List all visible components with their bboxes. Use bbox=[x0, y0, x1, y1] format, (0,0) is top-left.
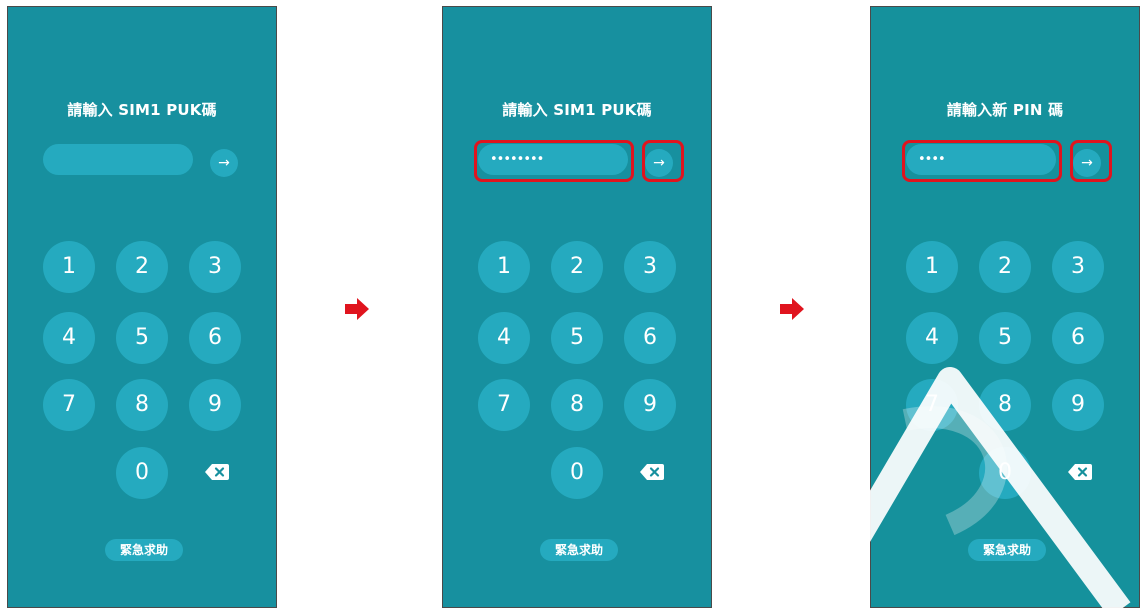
emergency-call-button[interactable]: 緊急求助 bbox=[105, 539, 183, 561]
key-2[interactable]: 2 bbox=[551, 241, 603, 293]
key-9[interactable]: 9 bbox=[189, 379, 241, 431]
highlight-submit-frame bbox=[1070, 140, 1112, 182]
highlight-submit-frame bbox=[642, 140, 684, 182]
page-title: 請輸入新 PIN 碼 bbox=[946, 101, 1064, 119]
key-3[interactable]: 3 bbox=[189, 241, 241, 293]
key-4[interactable]: 4 bbox=[478, 312, 530, 364]
key-2[interactable]: 2 bbox=[116, 241, 168, 293]
key-1[interactable]: 1 bbox=[478, 241, 530, 293]
key-5[interactable]: 5 bbox=[551, 312, 603, 364]
emergency-call-button[interactable]: 緊急求助 bbox=[968, 539, 1046, 561]
key-0[interactable]: 0 bbox=[979, 447, 1031, 499]
key-1[interactable]: 1 bbox=[43, 241, 95, 293]
key-8[interactable]: 8 bbox=[551, 379, 603, 431]
key-6[interactable]: 6 bbox=[1052, 312, 1104, 364]
key-1[interactable]: 1 bbox=[906, 241, 958, 293]
key-9[interactable]: 9 bbox=[1052, 379, 1104, 431]
page-title: 請輸入 SIM1 PUK碼 bbox=[502, 101, 652, 119]
screen-new-pin: 請輸入新 PIN 碼 •••• → 1 2 3 4 5 6 7 8 9 0 緊急… bbox=[870, 6, 1140, 608]
step-arrow-icon bbox=[780, 298, 804, 320]
key-0[interactable]: 0 bbox=[551, 447, 603, 499]
screen-puk-empty: 請輸入 SIM1 PUK碼 → 1 2 3 4 5 6 7 8 9 0 緊急求助 bbox=[7, 6, 277, 608]
screen-puk-entered: 請輸入 SIM1 PUK碼 •••••••• → 1 2 3 4 5 6 7 8… bbox=[442, 6, 712, 608]
highlight-input-frame bbox=[474, 140, 634, 182]
arrow-right-icon: → bbox=[218, 155, 230, 171]
key-6[interactable]: 6 bbox=[624, 312, 676, 364]
key-0[interactable]: 0 bbox=[116, 447, 168, 499]
key-3[interactable]: 3 bbox=[1052, 241, 1104, 293]
submit-button[interactable]: → bbox=[210, 149, 238, 177]
key-2[interactable]: 2 bbox=[979, 241, 1031, 293]
backspace-icon[interactable] bbox=[640, 463, 664, 481]
puk-input[interactable] bbox=[43, 144, 193, 175]
key-5[interactable]: 5 bbox=[979, 312, 1031, 364]
highlight-input-frame bbox=[902, 140, 1062, 182]
key-8[interactable]: 8 bbox=[979, 379, 1031, 431]
backspace-icon[interactable] bbox=[205, 463, 229, 481]
key-6[interactable]: 6 bbox=[189, 312, 241, 364]
key-7[interactable]: 7 bbox=[43, 379, 95, 431]
key-4[interactable]: 4 bbox=[43, 312, 95, 364]
key-5[interactable]: 5 bbox=[116, 312, 168, 364]
key-7[interactable]: 7 bbox=[478, 379, 530, 431]
step-arrow-icon bbox=[345, 298, 369, 320]
key-3[interactable]: 3 bbox=[624, 241, 676, 293]
page-title: 請輸入 SIM1 PUK碼 bbox=[67, 101, 217, 119]
emergency-call-button[interactable]: 緊急求助 bbox=[540, 539, 618, 561]
key-4[interactable]: 4 bbox=[906, 312, 958, 364]
backspace-icon[interactable] bbox=[1068, 463, 1092, 481]
key-8[interactable]: 8 bbox=[116, 379, 168, 431]
key-9[interactable]: 9 bbox=[624, 379, 676, 431]
key-7[interactable]: 7 bbox=[906, 379, 958, 431]
